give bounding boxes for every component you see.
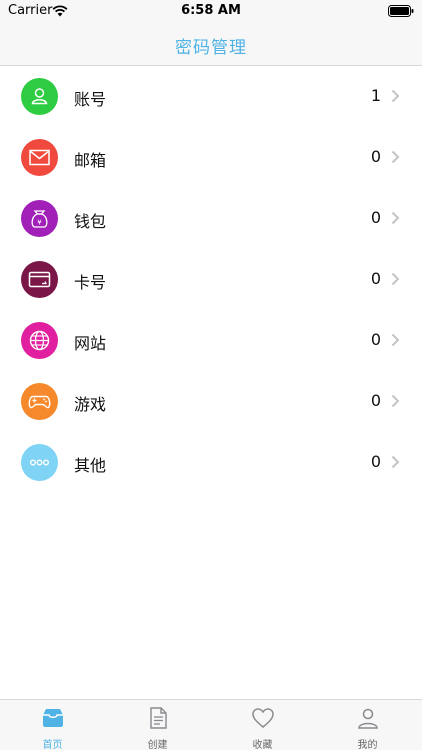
screen: Carrier 6:58 AM 密码管理 账号 1 邮箱 0 ¥ 钱包 0 卡号… [0,0,422,750]
globe-icon [21,322,58,359]
chevron-right-icon [391,272,400,286]
tab-bar: 首页 创建 收藏 我的 [0,699,422,750]
tab-profile[interactable]: 我的 [315,700,420,750]
battery-icon [388,5,414,17]
category-row-website[interactable]: 网站 0 [0,310,422,371]
category-count: 0 [370,269,381,288]
mail-icon [21,139,58,176]
tab-label: 创建 [147,740,168,750]
category-row-account[interactable]: 账号 1 [0,66,422,127]
document-icon [150,707,167,729]
tab-label: 首页 [42,740,63,750]
tab-create[interactable]: 创建 [105,700,210,750]
chevron-right-icon [391,150,400,164]
category-row-wallet[interactable]: ¥ 钱包 0 [0,188,422,249]
category-row-card[interactable]: 卡号 0 [0,249,422,310]
card-icon [21,261,58,298]
category-row-game[interactable]: 游戏 0 [0,371,422,432]
tab-home[interactable]: 首页 [0,700,105,750]
chevron-right-icon [391,89,400,103]
tab-label: 我的 [357,740,378,750]
category-count: 0 [370,391,381,410]
wallet-icon: ¥ [21,200,58,237]
status-bar: Carrier 6:58 AM [0,0,422,22]
clock-label: 6:58 AM [181,3,241,18]
category-count: 0 [370,330,381,349]
category-label: 其他 [74,456,107,475]
category-count: 0 [370,147,381,166]
category-label: 游戏 [74,395,107,414]
category-row-email[interactable]: 邮箱 0 [0,127,422,188]
tab-favorites[interactable]: 收藏 [210,700,315,750]
category-count: 0 [370,208,381,227]
chevron-right-icon [391,455,400,469]
person-icon [358,708,378,729]
navigation-bar: 密码管理 [0,22,422,66]
user-icon [21,78,58,115]
category-count: 0 [370,452,381,471]
page-title: 密码管理 [175,38,247,58]
category-label: 网站 [74,334,107,353]
more-icon [21,444,58,481]
category-label: 卡号 [74,273,107,292]
svg-text:¥: ¥ [37,219,42,227]
inbox-icon [43,709,63,727]
category-row-other[interactable]: 其他 0 [0,432,422,493]
chevron-right-icon [391,394,400,408]
chevron-right-icon [391,211,400,225]
tab-label: 收藏 [252,740,273,750]
category-list: 账号 1 邮箱 0 ¥ 钱包 0 卡号 0 网站 0 游戏 0 其他 0 [0,66,422,493]
category-label: 钱包 [74,212,107,231]
chevron-right-icon [391,333,400,347]
category-count: 1 [370,86,381,105]
heart-icon [252,708,274,728]
category-label: 邮箱 [74,151,107,170]
gamepad-icon [21,383,58,420]
category-label: 账号 [74,90,107,109]
